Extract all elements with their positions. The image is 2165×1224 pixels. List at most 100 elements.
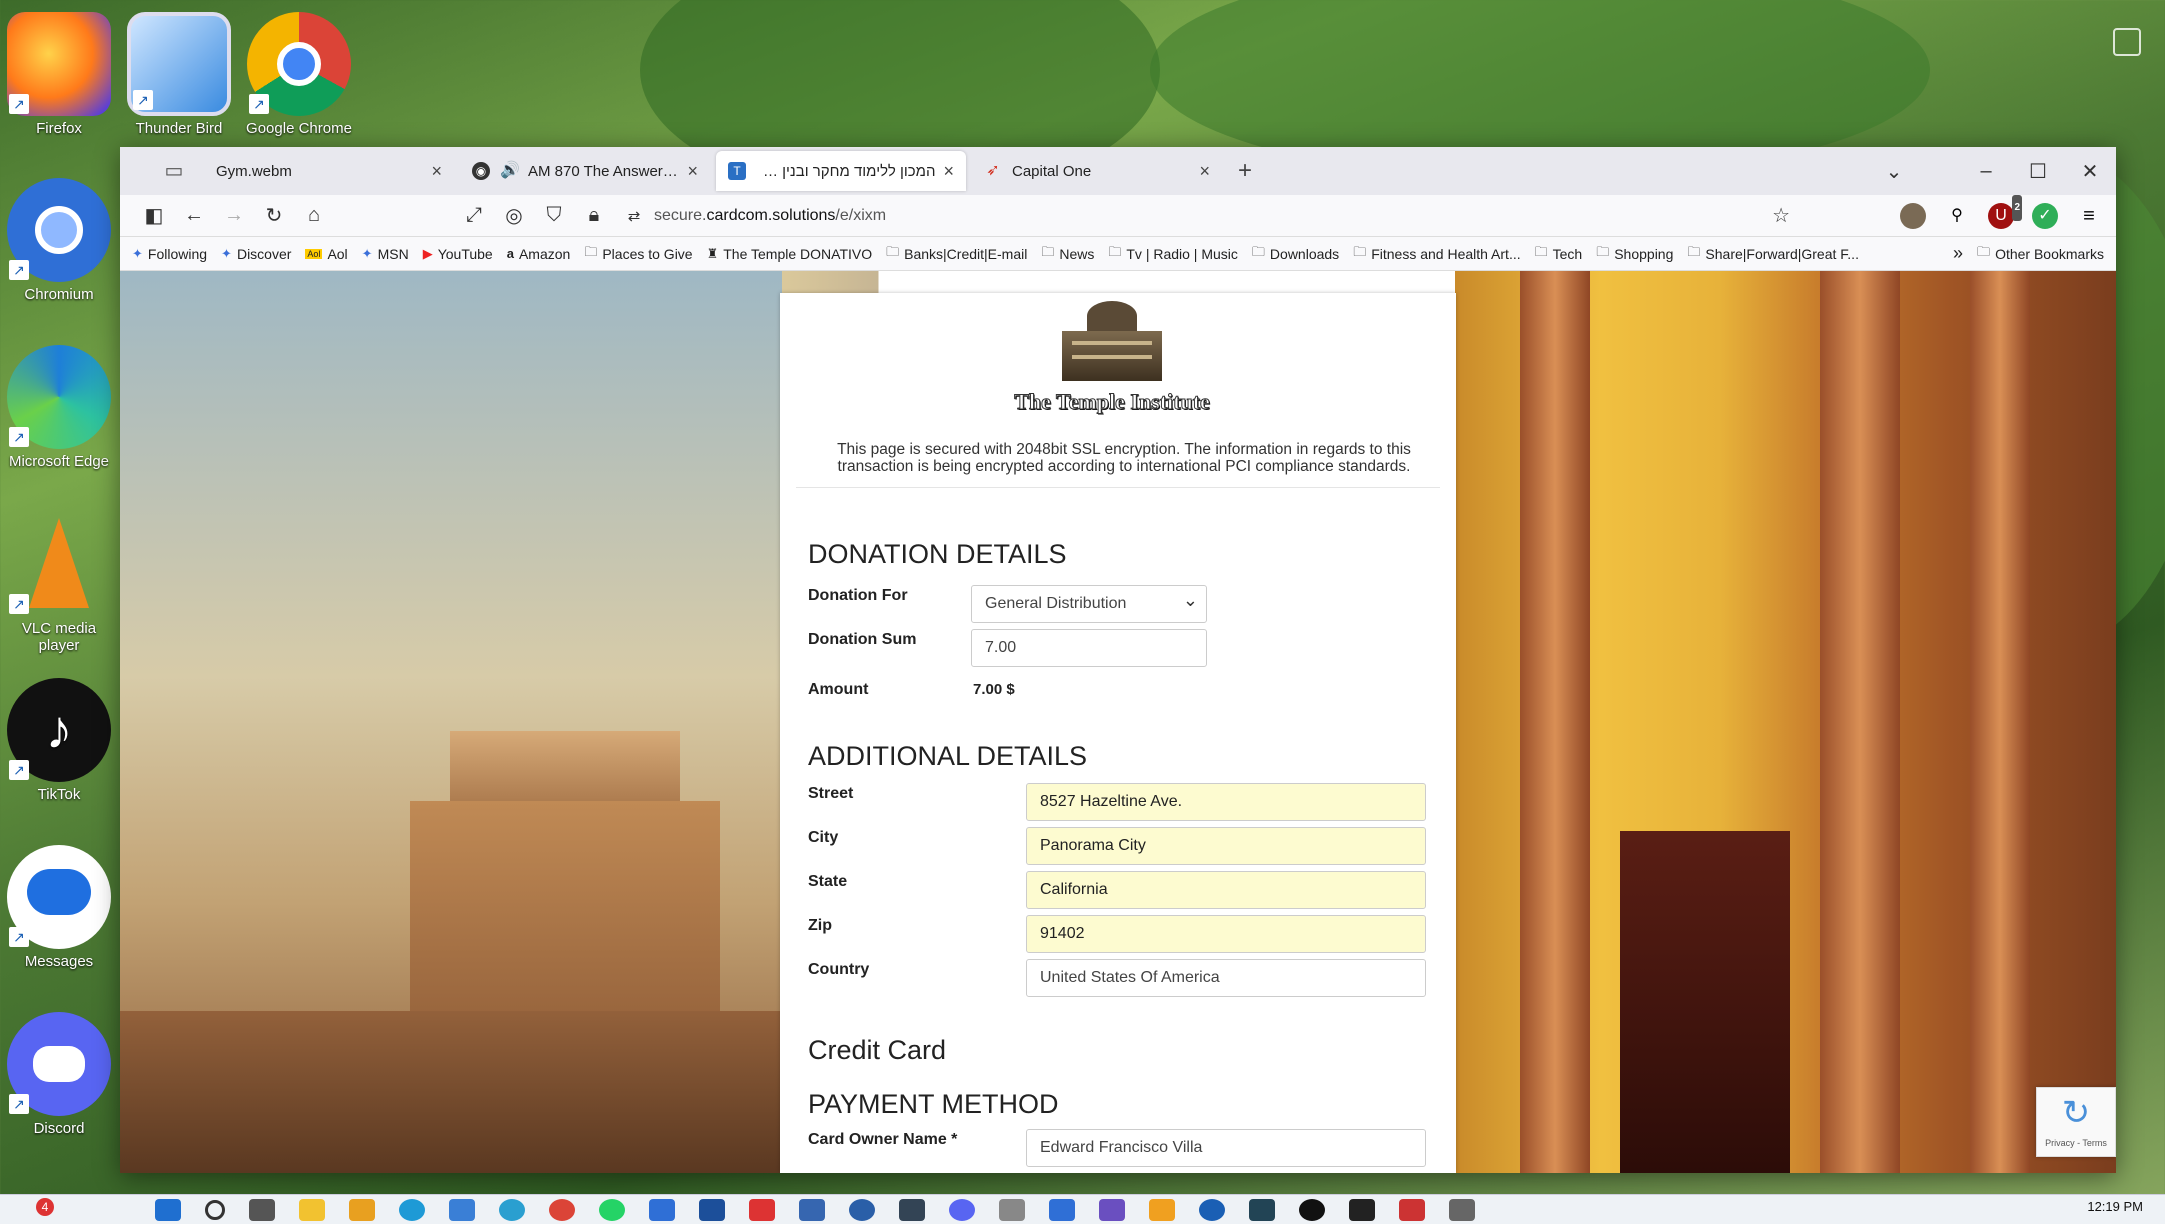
close-window-button[interactable]: ✕	[2064, 159, 2116, 184]
folder-icon: 🗀	[886, 243, 900, 259]
reload-button[interactable]: ↻	[254, 203, 294, 228]
recaptcha-terms[interactable]: Privacy - Terms	[2037, 1138, 2115, 1148]
tab-temple-institute[interactable]: T המכון ללימוד מחקר ובנין המקד ×	[716, 151, 966, 191]
permissions-icon[interactable]: ⇄	[614, 207, 654, 225]
app-icon[interactable]	[699, 1198, 725, 1221]
app-icon[interactable]	[1099, 1198, 1125, 1221]
expand-icon[interactable]: ⤢	[454, 204, 494, 227]
close-tab-icon[interactable]: ×	[943, 161, 954, 182]
desktop-icon-messages[interactable]: ↗ Messages	[0, 845, 118, 970]
bookmark-temple-donativo[interactable]: ♜ The Temple DONATIVO	[707, 246, 873, 262]
desktop-icon-chrome[interactable]: ↗ Google Chrome	[240, 12, 358, 137]
folder-icon: 🗀	[1977, 243, 1991, 259]
chrome-taskbar-icon[interactable]	[549, 1198, 575, 1221]
new-tab-button[interactable]: +	[1238, 157, 1252, 185]
tab-groups-icon[interactable]: ▭	[160, 157, 188, 185]
country-input[interactable]: United States Of America	[1026, 959, 1426, 997]
privacy-badger-icon[interactable]: ✓	[2032, 202, 2058, 229]
card-owner-input[interactable]: Edward Francisco Villa	[1026, 1129, 1426, 1167]
app-icon[interactable]	[1149, 1198, 1175, 1221]
taskbar-clock[interactable]: 12:19 PM	[2087, 1199, 2143, 1214]
close-tab-icon[interactable]: ×	[687, 161, 698, 182]
city-input[interactable]: Panorama City	[1026, 827, 1426, 865]
file-explorer-icon[interactable]	[299, 1198, 325, 1221]
edge-taskbar-icon[interactable]	[399, 1198, 425, 1221]
whatsapp-icon[interactable]	[599, 1198, 625, 1221]
app-icon[interactable]	[1399, 1198, 1425, 1221]
bookmark-shopping[interactable]: 🗀 Shopping	[1596, 243, 1673, 265]
screenshot-camera-icon[interactable]: ◎	[494, 203, 534, 228]
hp-icon[interactable]	[1199, 1198, 1225, 1221]
app-icon[interactable]	[449, 1198, 475, 1221]
other-bookmarks[interactable]: 🗀 Other Bookmarks	[1977, 243, 2104, 265]
bookmark-tech[interactable]: 🗀 Tech	[1535, 243, 1583, 265]
speaker-icon[interactable]: 🔊	[500, 162, 520, 180]
maximize-button[interactable]: ☐	[2012, 159, 2064, 184]
app-icon[interactable]	[1249, 1198, 1275, 1221]
app-icon[interactable]	[899, 1198, 925, 1221]
bookmark-tv-radio-music[interactable]: 🗀 Tv | Radio | Music	[1108, 243, 1238, 265]
minimize-button[interactable]: –	[1960, 160, 2012, 183]
app-icon[interactable]	[849, 1198, 875, 1221]
folder-icon[interactable]	[349, 1198, 375, 1221]
app-icon[interactable]	[999, 1198, 1025, 1221]
close-tab-icon[interactable]: ×	[431, 161, 442, 182]
desktop-icon-chromium[interactable]: ↗ Chromium	[0, 178, 118, 303]
task-view-icon[interactable]	[249, 1198, 275, 1221]
bookmark-fitness[interactable]: 🗀 Fitness and Health Art...	[1353, 243, 1520, 265]
bookmark-share-forward[interactable]: 🗀 Share|Forward|Great F...	[1687, 243, 1859, 265]
app-icon[interactable]	[649, 1198, 675, 1221]
donation-for-select[interactable]: General Distribution	[971, 582, 1207, 623]
bookmark-aol[interactable]: Aol Aol	[305, 246, 348, 262]
app-icon[interactable]	[1299, 1198, 1325, 1221]
bookmark-youtube[interactable]: ▶ YouTube	[423, 246, 493, 262]
tab-krla[interactable]: ◉ 🔊 AM 870 The Answer (KRLA) ×	[460, 151, 710, 191]
calendar-icon[interactable]	[749, 1198, 775, 1221]
start-button-icon[interactable]	[155, 1198, 181, 1221]
tab-list-chevron-icon[interactable]: ⌄	[1868, 159, 1920, 184]
bookmark-amazon[interactable]: a Amazon	[507, 246, 571, 262]
recaptcha-badge[interactable]: ↻ Privacy - Terms	[2036, 1087, 2116, 1157]
bookmark-following[interactable]: ✦ Following	[132, 246, 207, 262]
street-input[interactable]: 8527 Hazeltine Ave.	[1026, 783, 1426, 821]
donation-sum-input[interactable]: 7.00	[971, 629, 1207, 667]
desktop-icon-tiktok[interactable]: ♪ ↗ TikTok	[0, 678, 118, 803]
back-button[interactable]: ←	[174, 204, 214, 227]
desktop-icon-firefox[interactable]: ↗ Firefox	[0, 12, 118, 137]
bookmark-banks[interactable]: 🗀 Banks|Credit|E-mail	[886, 243, 1027, 265]
desktop-icon-thunderbird[interactable]: ↗ Thunder Bird	[120, 12, 238, 137]
bookmark-places-to-give[interactable]: 🗀 Places to Give	[584, 243, 692, 265]
bookmark-downloads[interactable]: 🗀 Downloads	[1252, 243, 1339, 265]
bookmark-discover[interactable]: ✦ Discover	[221, 246, 291, 262]
lock-icon[interactable]: 🔒︎	[574, 204, 614, 227]
browser-taskbar-icon[interactable]	[499, 1198, 525, 1221]
app-icon[interactable]	[1449, 1198, 1475, 1221]
tracking-shield-icon[interactable]: ⛉	[534, 204, 574, 227]
zip-input[interactable]: 91402	[1026, 915, 1426, 953]
search-icon[interactable]	[205, 1199, 225, 1220]
app-icon[interactable]	[1349, 1198, 1375, 1221]
sidebar-toggle-icon[interactable]: ◧	[134, 203, 174, 228]
desktop-icon-discord[interactable]: ↗ Discord	[0, 1012, 118, 1137]
state-input[interactable]: California	[1026, 871, 1426, 909]
app-icon[interactable]	[1049, 1198, 1075, 1221]
tab-capital-one[interactable]: ➶ Capital One ×	[972, 151, 1222, 191]
forward-button[interactable]: →	[214, 204, 254, 227]
menu-icon[interactable]: ≡	[2076, 203, 2102, 229]
tab-gym-webm[interactable]: Gym.webm ×	[204, 151, 454, 191]
app-icon[interactable]	[799, 1198, 825, 1221]
screenshot-icon[interactable]	[2113, 28, 2141, 56]
more-bookmarks-chevron-icon[interactable]: »	[1953, 243, 1963, 264]
bookmark-star-icon[interactable]: ☆	[1772, 203, 1790, 228]
bookmark-news[interactable]: 🗀 News	[1041, 243, 1094, 265]
bookmark-msn[interactable]: ✦ MSN	[362, 246, 409, 262]
ublock-icon[interactable]: U2	[1988, 194, 2022, 229]
extensions-icon[interactable]: ⚲	[1944, 203, 1970, 229]
profile-avatar-icon[interactable]	[1900, 202, 1926, 229]
url-bar[interactable]: ⤢ ◎ ⛉ 🔒︎ ⇄ secure. cardcom.solutions/e/xi…	[454, 199, 1790, 233]
desktop-icon-vlc[interactable]: ↗ VLC media player	[0, 512, 118, 654]
desktop-icon-edge[interactable]: ↗ Microsoft Edge	[0, 345, 118, 470]
close-tab-icon[interactable]: ×	[1199, 161, 1210, 182]
discord-taskbar-icon[interactable]	[949, 1198, 975, 1221]
home-button[interactable]: ⌂	[294, 204, 334, 227]
